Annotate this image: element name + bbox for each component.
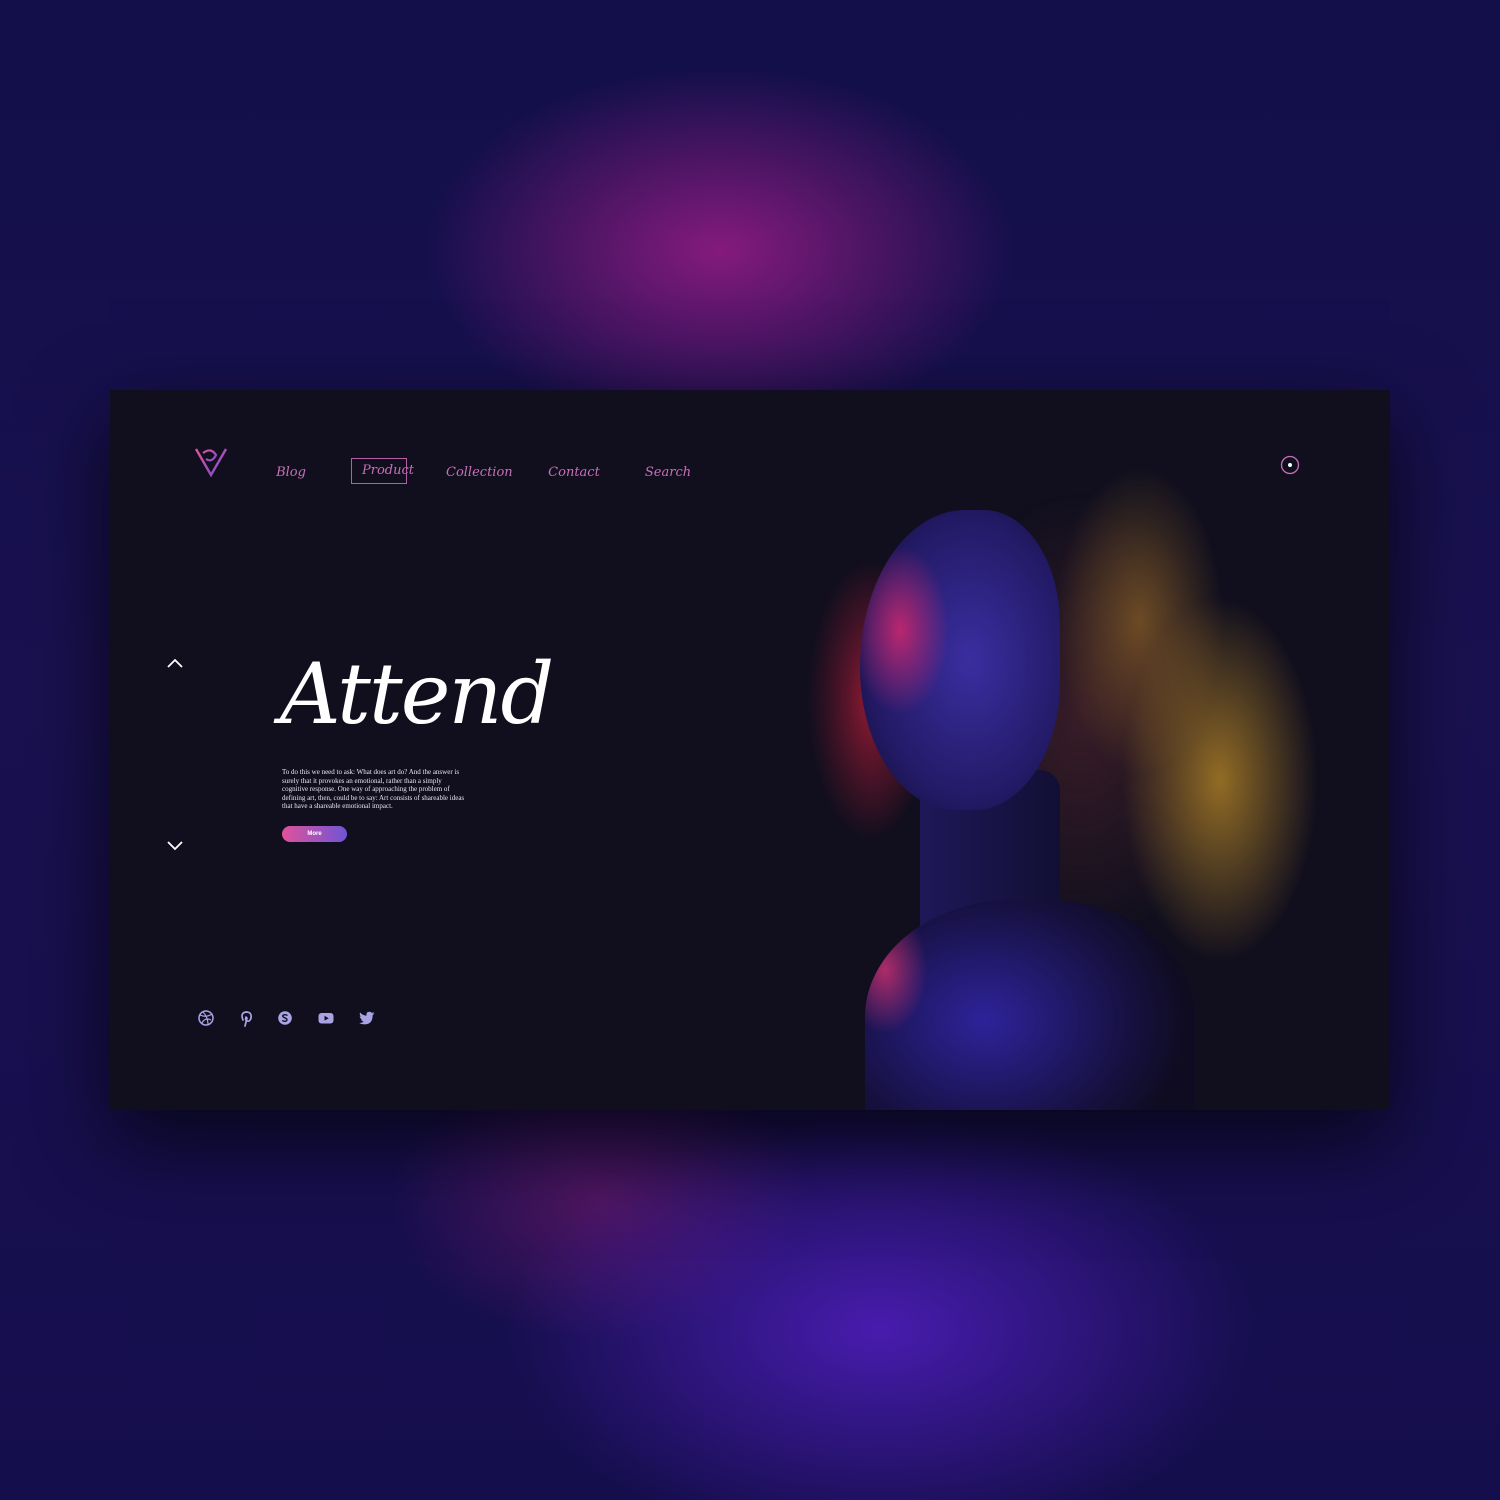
portrait-face: [860, 510, 1060, 810]
nav-collection[interactable]: Collection: [446, 460, 513, 486]
user-circle-icon[interactable]: [1280, 455, 1300, 475]
nav-product[interactable]: Product: [351, 458, 414, 484]
more-button[interactable]: More: [282, 826, 347, 842]
youtube-icon[interactable]: [317, 1009, 335, 1027]
hero-portrait-image: [670, 390, 1390, 1110]
chevron-down-icon[interactable]: [165, 839, 185, 853]
nav-search[interactable]: Search: [643, 460, 693, 486]
pinterest-icon[interactable]: [237, 1009, 255, 1027]
skype-icon[interactable]: [276, 1009, 294, 1027]
v-logo-icon[interactable]: [194, 445, 228, 479]
hero-description: To do this we need to ask: What does art…: [282, 768, 465, 810]
twitter-icon[interactable]: [358, 1009, 376, 1027]
dribbble-icon[interactable]: [197, 1009, 215, 1027]
hero-title: Attend: [280, 645, 554, 743]
chevron-up-icon[interactable]: [165, 656, 185, 670]
nav-contact[interactable]: Contact: [548, 460, 600, 486]
hero-card: Blog Product Collection Contact Search A…: [110, 390, 1390, 1110]
nav-blog[interactable]: Blog: [270, 460, 312, 486]
portrait-fade: [670, 390, 870, 1110]
portrait-shoulder: [865, 900, 1195, 1110]
